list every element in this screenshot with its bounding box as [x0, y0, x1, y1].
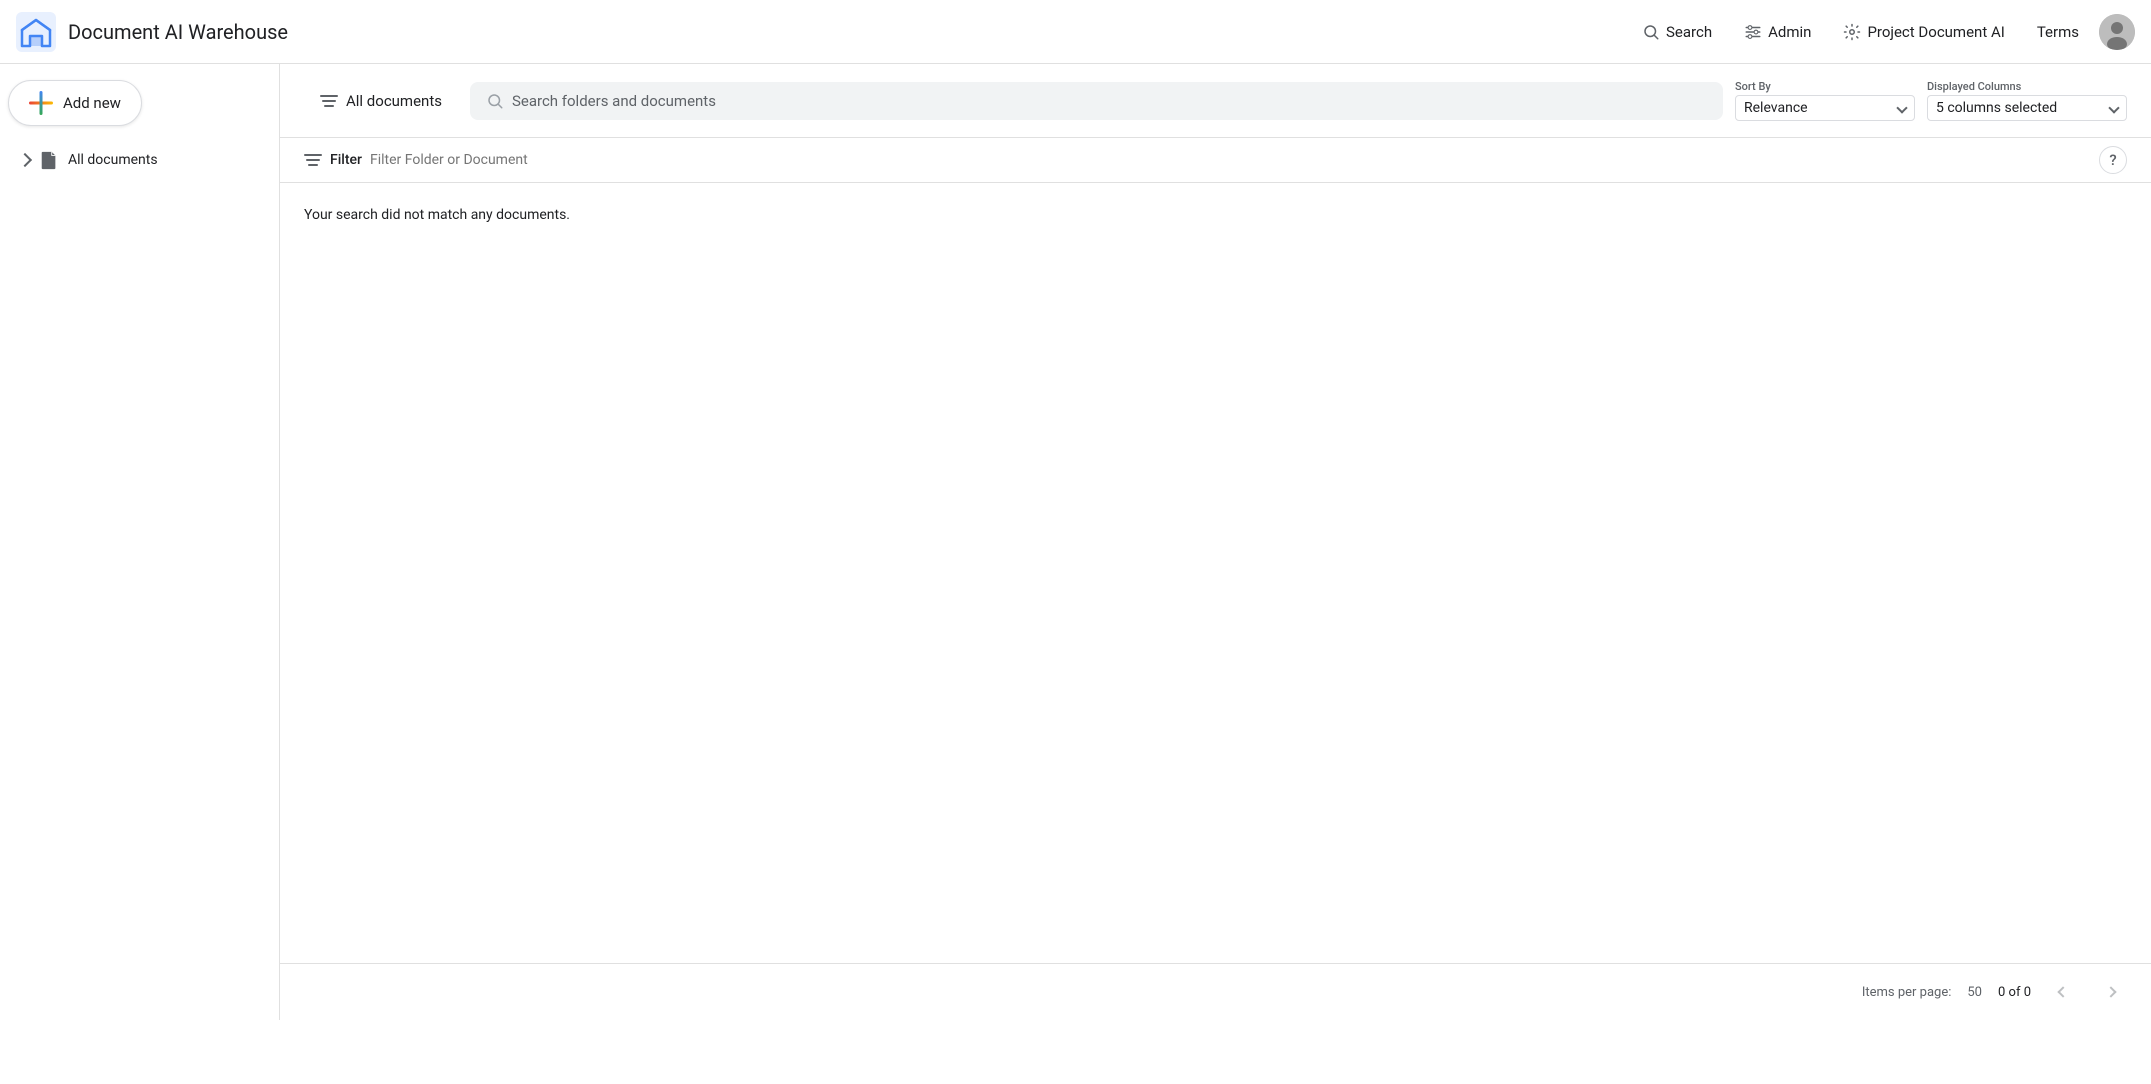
prev-page-button[interactable]: [2047, 976, 2079, 1008]
filter-bar-icon: [304, 154, 322, 166]
prev-page-icon: [2057, 986, 2068, 997]
columns-section: Displayed Columns 5 columns selected: [1927, 80, 2127, 121]
sort-by-section: Sort By Relevance: [1735, 80, 1915, 121]
terms-nav-item[interactable]: Terms: [2025, 15, 2091, 49]
search-toolbar: All documents Sort By Relevance Displaye…: [280, 64, 2151, 138]
filter-bar: Filter ?: [280, 138, 2151, 183]
items-per-page-label: Items per page:: [1862, 985, 1952, 1000]
filter-label: Filter: [330, 152, 362, 168]
search-input[interactable]: [512, 92, 1707, 110]
items-per-page-value: 50: [1967, 985, 1982, 1000]
header: Document AI Warehouse Search Admin: [0, 0, 2151, 64]
plus-icon: [29, 91, 53, 115]
project-nav-item[interactable]: Project Document AI: [1831, 15, 2016, 49]
empty-message: Your search did not match any documents.: [304, 199, 2127, 231]
admin-nav-item[interactable]: Admin: [1732, 15, 1823, 49]
search-icon: [1642, 23, 1660, 41]
sort-chevron-down-icon: [1896, 102, 1907, 113]
columns-label: Displayed Columns: [1927, 80, 2127, 93]
filter-input[interactable]: [370, 152, 2091, 168]
help-icon[interactable]: ?: [2099, 146, 2127, 174]
sort-by-dropdown[interactable]: Relevance: [1735, 95, 1915, 121]
pagination-bar: Items per page: 50 0 of 0: [280, 963, 2151, 1020]
add-new-button[interactable]: Add new: [8, 80, 142, 126]
sort-by-label: Sort By: [1735, 80, 1915, 93]
search-box[interactable]: [470, 82, 1723, 120]
admin-icon: [1744, 23, 1762, 41]
logo-icon: [16, 12, 56, 52]
gear-icon: [1843, 23, 1861, 41]
next-page-button[interactable]: [2095, 976, 2127, 1008]
content-area: Your search did not match any documents.: [280, 183, 2151, 963]
sidebar: Add new All documents: [0, 64, 280, 1020]
main-layout: Add new All documents All documents: [0, 64, 2151, 1020]
sidebar-item-all-documents[interactable]: All documents: [8, 142, 271, 178]
app-title: Document AI Warehouse: [68, 20, 288, 44]
header-logo: Document AI Warehouse: [16, 12, 288, 52]
chevron-right-icon: [18, 153, 32, 167]
document-icon: [40, 150, 58, 170]
all-documents-button[interactable]: All documents: [304, 82, 458, 120]
columns-dropdown[interactable]: 5 columns selected: [1927, 95, 2127, 121]
user-avatar[interactable]: [2099, 14, 2135, 50]
next-page-icon: [2105, 986, 2116, 997]
main-content: All documents Sort By Relevance Displaye…: [280, 64, 2151, 1020]
search-nav-item[interactable]: Search: [1630, 15, 1724, 49]
header-nav: Search Admin Project Document AI Terms: [1630, 14, 2135, 50]
filter-icon: [320, 95, 338, 107]
pagination-count: 0 of 0: [1998, 985, 2031, 1000]
search-box-icon: [486, 92, 504, 110]
columns-chevron-down-icon: [2108, 102, 2119, 113]
